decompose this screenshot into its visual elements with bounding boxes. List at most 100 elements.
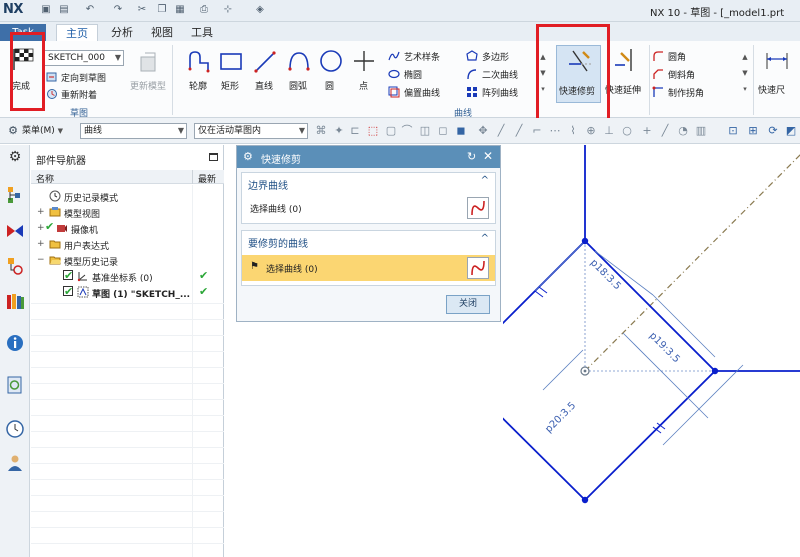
snap-midpoint-icon[interactable]: ⋯ bbox=[548, 124, 562, 138]
snap-on-curve-icon[interactable]: ╱ bbox=[658, 124, 672, 138]
snap-tangent-icon[interactable]: ╱ bbox=[512, 124, 526, 138]
column-separator[interactable] bbox=[192, 170, 193, 184]
checkbox-checked-icon[interactable]: ✔ bbox=[63, 270, 73, 281]
tree-item-datum-csys[interactable]: ✔ 基准坐标系 (0) ✔ bbox=[31, 268, 224, 284]
dialog-title-bar[interactable]: ⚙ 快速修剪 ↻ ✕ bbox=[237, 146, 500, 168]
reattach-button[interactable]: 重新附着 bbox=[46, 87, 116, 101]
expand-icon[interactable]: + bbox=[37, 223, 45, 233]
gear-icon[interactable]: ⚙ bbox=[243, 150, 253, 163]
constraint-navigator-icon[interactable] bbox=[5, 256, 25, 276]
make-corner-button[interactable]: 制作拐角 bbox=[652, 85, 722, 99]
quick-trim-button[interactable]: 快速修剪 bbox=[556, 45, 601, 103]
select-curve-button[interactable] bbox=[467, 197, 489, 219]
select-feature-icon[interactable]: ✦ bbox=[332, 124, 346, 138]
close-icon[interactable]: ✕ bbox=[483, 149, 493, 163]
reuse-library-icon[interactable] bbox=[5, 291, 25, 311]
snap-intersection-icon[interactable]: ⊕ bbox=[584, 124, 598, 138]
snap-quadrant-icon[interactable]: ○ bbox=[620, 124, 634, 138]
tree-item-model-views[interactable]: + 模型视图 bbox=[31, 204, 224, 220]
select-curve-button[interactable] bbox=[467, 257, 489, 279]
snap-endpoint-icon[interactable]: ⌐ bbox=[530, 124, 544, 138]
lasso-icon[interactable]: ⌒ bbox=[400, 124, 414, 138]
tool-rectangle[interactable]: 矩形 bbox=[216, 49, 246, 93]
print-icon[interactable]: ⎙ bbox=[198, 4, 210, 16]
select-edge-icon[interactable]: ⊏ bbox=[348, 124, 362, 138]
orient-to-sketch-button[interactable]: 定向到草图 bbox=[46, 70, 116, 84]
clock-icon[interactable] bbox=[5, 419, 25, 439]
move-icon[interactable]: ✥ bbox=[476, 124, 490, 138]
snap-icon[interactable]: ⊹ bbox=[222, 4, 234, 16]
snap-point-icon[interactable]: + bbox=[640, 124, 654, 138]
fit-view-icon[interactable]: ⊡ bbox=[726, 124, 740, 138]
quick-extend-button[interactable]: 快速延伸 bbox=[603, 45, 647, 103]
menu-button[interactable]: 菜单(M) ▼ bbox=[22, 123, 72, 139]
pattern-curve-button[interactable]: 阵列曲线 bbox=[466, 85, 536, 99]
assembly-navigator-icon[interactable] bbox=[5, 221, 25, 241]
expand-icon[interactable]: + bbox=[37, 239, 45, 249]
tool-line[interactable]: 直线 bbox=[250, 49, 280, 93]
update-model-button[interactable]: 更新模型 bbox=[128, 49, 170, 101]
expand-icon[interactable]: + bbox=[37, 207, 45, 217]
collapse-caret-icon[interactable]: ^ bbox=[481, 175, 489, 186]
tab-home[interactable]: 主页 bbox=[56, 24, 98, 41]
snap-line-icon[interactable]: ╱ bbox=[494, 124, 508, 138]
save-all-icon[interactable]: ▤ bbox=[58, 4, 70, 16]
copy-icon[interactable]: ❐ bbox=[156, 4, 168, 16]
sketch-canvas[interactable]: p18:3.5 p19:3.5 p20:3.5 bbox=[503, 145, 800, 557]
graphics-window[interactable]: p18:3.5 p19:3.5 p20:3.5 bbox=[503, 145, 800, 557]
part-navigator-icon[interactable] bbox=[5, 185, 25, 205]
tab-tools[interactable]: 工具 bbox=[186, 24, 218, 41]
column-latest-header[interactable]: 最新 bbox=[198, 172, 216, 185]
boundary-select-row[interactable]: 选择曲线 (0) bbox=[242, 195, 495, 221]
tab-task[interactable]: Task bbox=[0, 24, 46, 41]
trim-select-row[interactable]: ⚑ 选择曲线 (0) bbox=[242, 255, 495, 281]
close-button[interactable]: 关闭 bbox=[446, 295, 490, 314]
tree-item-model-history[interactable]: − 模型历史记录 bbox=[31, 252, 224, 268]
snap-face-icon[interactable]: ◔ bbox=[676, 124, 690, 138]
tool-circle[interactable]: 圆 bbox=[317, 49, 345, 93]
general-selection-icon[interactable]: ⌘ bbox=[314, 124, 328, 138]
chamfer-button[interactable]: 倒斜角 bbox=[652, 67, 722, 81]
snap-grid-icon[interactable]: ▥ bbox=[694, 124, 708, 138]
redo-icon[interactable]: ↷ bbox=[112, 4, 124, 16]
conic-button[interactable]: 二次曲线 bbox=[466, 67, 536, 81]
sketch-settings-icon[interactable]: ⚙ bbox=[6, 124, 20, 138]
window-icon[interactable]: ◈ bbox=[254, 4, 266, 16]
undo-icon[interactable]: ↶ bbox=[84, 4, 96, 16]
offset-curve-button[interactable]: 偏置曲线 bbox=[388, 85, 458, 99]
deselect-icon[interactable]: ▢ bbox=[384, 124, 398, 138]
cut-icon[interactable]: ✂ bbox=[136, 4, 148, 16]
history-icon[interactable] bbox=[5, 375, 25, 395]
collapse-icon[interactable]: − bbox=[37, 255, 45, 265]
section-header[interactable]: 要修剪的曲线 ^ bbox=[242, 231, 495, 250]
tree-item-history-mode[interactable]: 历史记录模式 bbox=[31, 188, 224, 204]
tab-analysis[interactable]: 分析 bbox=[104, 24, 140, 41]
tree-item-user-expressions[interactable]: + 用户表达式 bbox=[31, 236, 224, 252]
select-face-icon[interactable]: ◫ bbox=[418, 124, 432, 138]
orient-view-icon[interactable]: ◩ bbox=[784, 124, 798, 138]
tree-item-sketch[interactable]: ✔ 草图 (1) "SKETCH_... ✔ bbox=[31, 284, 224, 300]
dimension-label-p20[interactable]: p20:3.5 bbox=[543, 400, 578, 435]
tree-item-cameras[interactable]: + ✔ 摄像机 bbox=[31, 220, 224, 236]
snap-arc-center-icon[interactable]: ⊥ bbox=[602, 124, 616, 138]
sketch-vertex[interactable] bbox=[581, 237, 589, 245]
construction-line[interactable] bbox=[584, 152, 800, 372]
ellipse-button[interactable]: 椭圆 bbox=[388, 67, 458, 81]
curve-gallery-more-button[interactable]: ▲ ▼ ▾ bbox=[538, 49, 548, 101]
column-name-header[interactable]: 名称 bbox=[36, 172, 54, 185]
finish-button[interactable]: 完成 bbox=[8, 45, 38, 97]
tool-profile[interactable]: 轮廓 bbox=[184, 49, 214, 93]
paste-icon[interactable]: ▦ bbox=[174, 4, 186, 16]
save-icon[interactable]: ▣ bbox=[40, 4, 52, 16]
tool-point[interactable]: 点 bbox=[350, 49, 378, 93]
studio-spline-button[interactable]: 艺术样条 bbox=[388, 49, 458, 63]
dimension-label-p19[interactable]: p19:3.5 bbox=[647, 330, 682, 365]
tab-view[interactable]: 视图 bbox=[146, 24, 178, 41]
sketch-vertex[interactable] bbox=[711, 367, 719, 375]
checkbox-checked-icon[interactable]: ✔ bbox=[63, 286, 73, 297]
reset-icon[interactable]: ↻ bbox=[467, 150, 476, 163]
rapid-dimension-button[interactable]: 快速尺 bbox=[756, 45, 800, 103]
maximize-icon[interactable] bbox=[209, 153, 218, 161]
sketch-name-combo[interactable]: SKETCH_000 ▼ bbox=[44, 50, 124, 66]
fillet-button[interactable]: 圆角 bbox=[652, 49, 722, 63]
